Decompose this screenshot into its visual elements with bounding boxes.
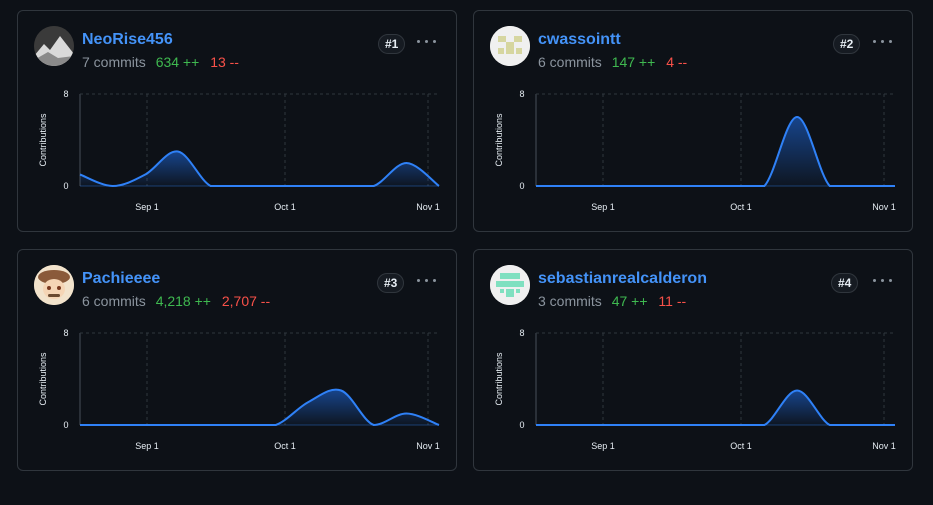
x-tick-label: Sep 1 (135, 202, 159, 212)
contribution-line (80, 388, 440, 427)
y-tick-label: 0 (519, 420, 524, 430)
y-tick-label: 0 (63, 181, 68, 191)
x-tick-label: Nov 1 (416, 202, 440, 212)
y-tick-label: 8 (63, 89, 68, 99)
y-tick-label: 0 (63, 420, 68, 430)
contributor-card: Pachieeee 6 commits 4,218 ++ 2,707 -- #3… (17, 249, 457, 471)
x-tick-label: Oct 1 (274, 441, 296, 451)
contributions-chart: Sep 1 Oct 1 Nov 1 8 0 Contributions (38, 328, 440, 451)
y-tick-label: 0 (519, 181, 524, 191)
x-tick-label: Oct 1 (730, 202, 752, 212)
contribution-area (80, 389, 439, 425)
y-axis-label: Contributions (38, 113, 48, 167)
x-tick-label: Oct 1 (730, 441, 752, 451)
x-tick-label: Nov 1 (872, 441, 896, 451)
x-tick-label: Nov 1 (416, 441, 440, 451)
contribution-line (536, 389, 895, 426)
y-tick-label: 8 (519, 328, 524, 338)
contributions-chart: Sep 1 Oct 1 Nov 1 8 0 Contributions (494, 89, 896, 212)
contribution-area (536, 117, 895, 186)
contributions-chart: Sep 1 Oct 1 Nov 1 8 0 Contributions (494, 328, 896, 451)
y-tick-label: 8 (63, 328, 68, 338)
x-tick-label: Nov 1 (872, 202, 896, 212)
y-axis-label: Contributions (38, 352, 48, 406)
contribution-area (536, 390, 895, 425)
y-axis-label: Contributions (494, 352, 504, 406)
x-tick-label: Oct 1 (274, 202, 296, 212)
y-tick-label: 8 (519, 89, 524, 99)
x-tick-label: Sep 1 (591, 441, 615, 451)
contributor-card: sebastianrealcalderon 3 commits 47 ++ 11… (473, 249, 913, 471)
contributor-card: NeoRise456 7 commits 634 ++ 13 -- #1 Sep… (17, 10, 457, 232)
contribution-line (536, 115, 895, 187)
contributor-card: cwassointt 6 commits 147 ++ 4 -- #2 Sep … (473, 10, 913, 232)
x-tick-label: Sep 1 (591, 202, 615, 212)
x-tick-label: Sep 1 (135, 441, 159, 451)
contributions-chart: Sep 1 Oct 1 Nov 1 8 0 Contributions (38, 89, 440, 212)
y-axis-label: Contributions (494, 113, 504, 167)
